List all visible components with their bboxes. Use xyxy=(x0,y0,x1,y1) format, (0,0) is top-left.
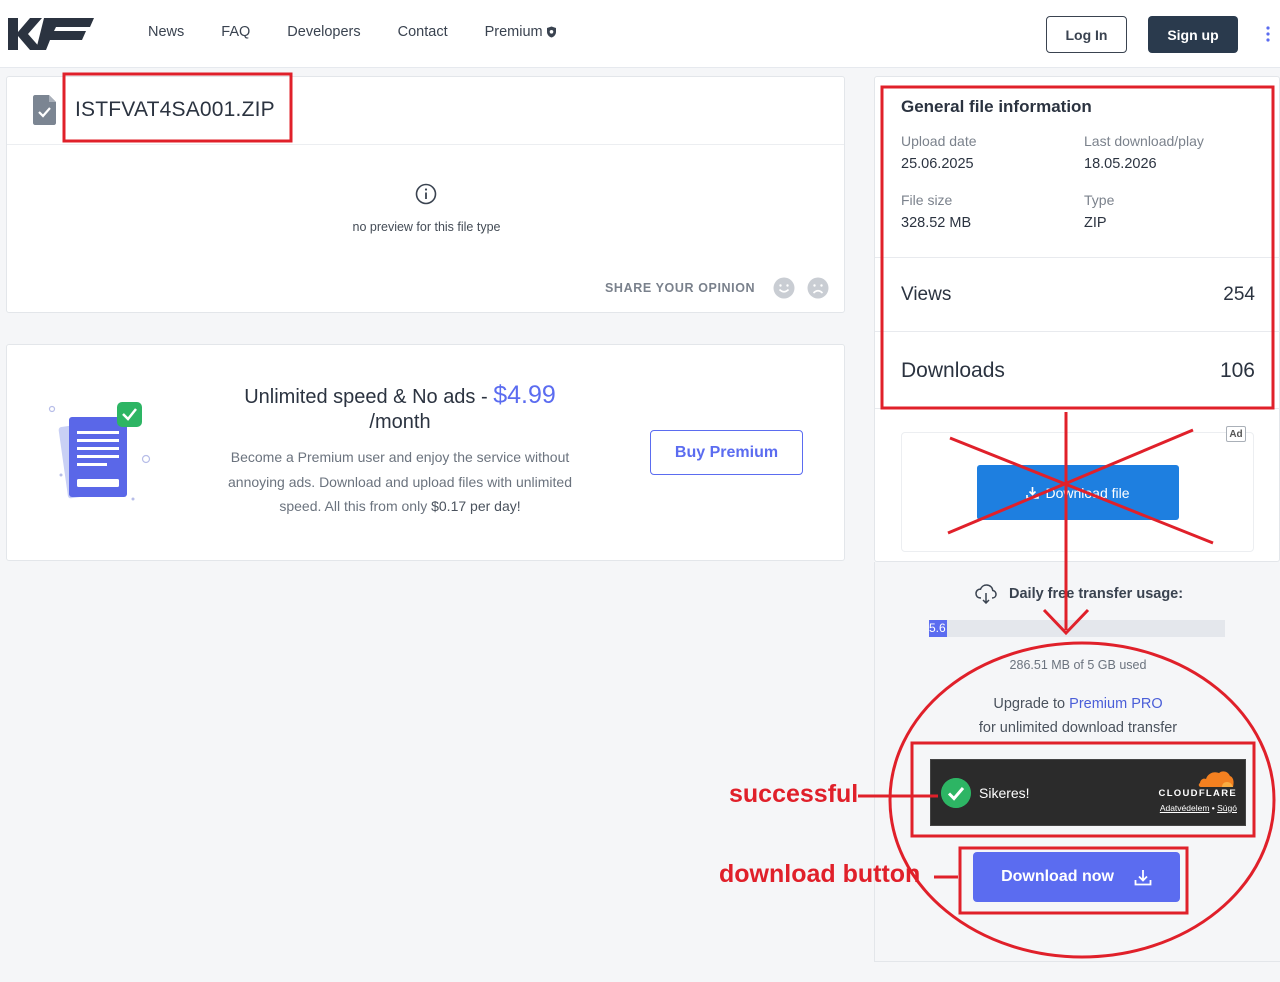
file-card: ISTFVAT4SA001.ZIP no preview for this fi… xyxy=(6,76,845,313)
promo-title: Unlimited speed & No ads - $4.99 /month xyxy=(197,383,603,435)
unlimited-transfer-text: for unlimited download transfer xyxy=(978,720,1178,736)
promo-price: $4.99 xyxy=(493,381,556,409)
help-link[interactable]: Súgó xyxy=(1217,803,1237,813)
promo-description: Become a Premium user and enjoy the serv… xyxy=(209,445,591,519)
file-info-title: General file information xyxy=(901,97,1092,116)
login-button[interactable]: Log In xyxy=(1046,16,1127,53)
buy-premium-button[interactable]: Buy Premium xyxy=(650,430,803,475)
transfer-used-text: 286.51 MB of 5 GB used xyxy=(1009,658,1147,672)
premium-promo-card: Unlimited speed & No ads - $4.99 /month … xyxy=(6,344,845,561)
nav-news[interactable]: News xyxy=(148,24,184,40)
nav-faq[interactable]: FAQ xyxy=(221,24,250,40)
file-name: ISTFVAT4SA001.ZIP xyxy=(75,98,275,121)
signup-button[interactable]: Sign up xyxy=(1148,16,1238,53)
nav-contact[interactable]: Contact xyxy=(398,24,448,40)
captcha-status: Sikeres! xyxy=(979,785,1030,801)
divider xyxy=(875,331,1280,332)
success-check-icon xyxy=(941,778,971,808)
share-opinion-label: SHARE YOUR OPINION xyxy=(605,281,756,295)
divider xyxy=(875,257,1280,258)
shield-icon xyxy=(546,26,556,38)
cloudflare-logo: CLOUDFLARE xyxy=(1158,788,1237,799)
document-illustration xyxy=(48,402,151,501)
annotation-successful: successful xyxy=(729,780,859,808)
file-check-icon xyxy=(33,95,56,125)
promo-title-text: Unlimited speed & No ads - xyxy=(244,386,494,408)
file-info-card: General file information Upload date 25.… xyxy=(874,76,1280,562)
cloudflare-captcha[interactable]: Sikeres! CLOUDFLARE Adatvédelem • Súgó xyxy=(930,759,1246,826)
download-icon xyxy=(1134,869,1152,885)
divider xyxy=(875,408,1280,409)
link-separator: • xyxy=(1209,803,1218,813)
views-value: 254 xyxy=(1223,284,1255,305)
promo-desc-highlight: $0.17 per day! xyxy=(431,498,521,514)
file-type-label: Type xyxy=(1084,192,1115,208)
upgrade-text: Upgrade to Premium PRO xyxy=(875,696,1280,712)
views-label: Views xyxy=(901,284,952,305)
main-nav: News FAQ Developers Contact Premium xyxy=(148,24,594,40)
file-size-value: 328.52 MB xyxy=(901,215,972,231)
promo-per-month: /month xyxy=(369,411,431,433)
ad-tag: Ad xyxy=(1226,426,1246,442)
nav-premium-label: Premium xyxy=(484,24,543,40)
download-icon xyxy=(1026,487,1040,499)
kf-logo[interactable] xyxy=(6,14,96,54)
nav-developers[interactable]: Developers xyxy=(287,24,360,40)
captcha-links: Adatvédelem • Súgó xyxy=(1160,803,1237,813)
privacy-link[interactable]: Adatvédelem xyxy=(1160,803,1210,813)
transfer-progress-fill: 5.6 xyxy=(929,620,947,637)
download-now-label: Download now xyxy=(1001,868,1114,885)
file-type-value: ZIP xyxy=(1084,215,1107,231)
downloads-value: 106 xyxy=(1219,359,1255,382)
upload-date-value: 25.06.2025 xyxy=(901,156,974,172)
smile-icon[interactable] xyxy=(773,277,795,299)
no-preview-text: no preview for this file type xyxy=(352,220,501,234)
nav-premium[interactable]: Premium xyxy=(485,24,557,40)
ad-download-file-button[interactable]: Download file xyxy=(977,465,1179,520)
annotation-download-button: download button xyxy=(719,860,921,888)
transfer-progress-bar: 5.6 xyxy=(929,620,1225,637)
premium-pro-link[interactable]: Premium PRO xyxy=(1069,696,1162,712)
upgrade-prefix: Upgrade to xyxy=(993,696,1070,712)
download-panel: Daily free transfer usage: 5.6 286.51 MB… xyxy=(874,562,1280,962)
last-download-value: 18.05.2026 xyxy=(1084,156,1157,172)
downloads-label: Downloads xyxy=(901,359,1005,382)
file-size-label: File size xyxy=(901,192,953,208)
daily-transfer-label: Daily free transfer usage: xyxy=(1009,586,1184,602)
top-header: News FAQ Developers Contact Premium Log … xyxy=(0,0,1280,68)
daily-transfer-title: Daily free transfer usage: xyxy=(975,584,1183,604)
info-icon xyxy=(415,183,437,205)
file-header: ISTFVAT4SA001.ZIP xyxy=(7,77,844,145)
last-download-label: Last download/play xyxy=(1084,133,1204,149)
sad-face-icon[interactable] xyxy=(807,277,829,299)
cloud-download-icon xyxy=(975,584,997,604)
cloudflare-cloud-icon xyxy=(1198,771,1234,787)
upload-date-label: Upload date xyxy=(901,133,977,149)
more-menu-icon[interactable] xyxy=(1264,25,1272,43)
ad-download-file-label: Download file xyxy=(1045,484,1130,501)
download-now-button[interactable]: Download now xyxy=(973,852,1180,902)
